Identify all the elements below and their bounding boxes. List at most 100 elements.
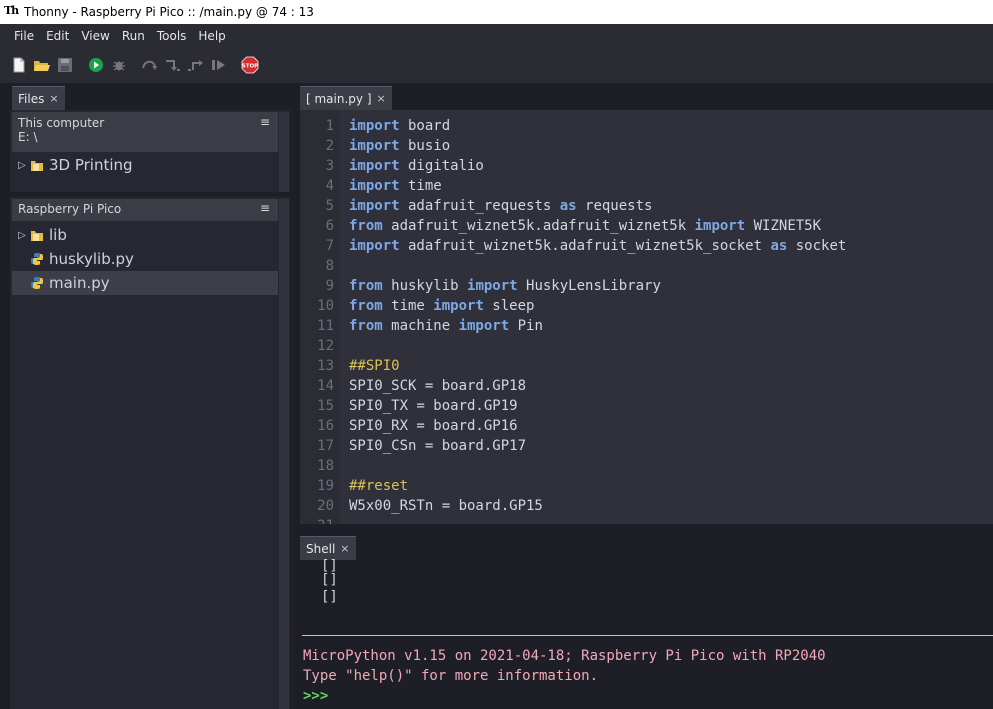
keyword-token: as [559, 198, 577, 214]
line-number: 4 [325, 178, 334, 194]
line-number: 3 [325, 158, 334, 174]
tree-folder-lib[interactable]: ▷ lib [18, 223, 278, 247]
code-line: from machine import Pin [349, 316, 543, 336]
line-number: 8 [325, 258, 334, 274]
code-token: socket [787, 238, 847, 254]
save-icon[interactable] [56, 56, 74, 74]
menu-run[interactable]: Run [116, 29, 151, 43]
code-token: W5x00_RSTn = board.GP15 [349, 498, 543, 514]
code-line: import adafruit_requests as requests [349, 196, 652, 216]
this-computer-label: This computer [18, 116, 105, 130]
keyword-token: import [467, 278, 518, 294]
line-number: 20 [317, 498, 334, 514]
code-line: from time import sleep [349, 296, 534, 316]
code-line: import time [349, 176, 442, 196]
code-token: sleep [483, 298, 535, 314]
code-line: from huskylib import HuskyLensLibrary [349, 276, 661, 296]
menu-bar: File Edit View Run Tools Help [0, 24, 993, 47]
tab-main-py-label: [ main.py ] [306, 91, 372, 106]
line-number: 5 [325, 198, 334, 214]
line-number: 19 [317, 478, 334, 494]
menu-help[interactable]: Help [192, 29, 231, 43]
scrollbar[interactable] [279, 112, 289, 192]
keyword-token: import [349, 118, 400, 134]
menu-icon[interactable]: ≡ [260, 201, 270, 215]
code-token: WIZNET5K [745, 218, 822, 234]
menu-edit[interactable]: Edit [40, 29, 75, 43]
scrollbar[interactable] [279, 199, 289, 709]
keyword-token: import [349, 238, 400, 254]
keyword-token: as [770, 238, 788, 254]
code-line: SPI0_SCK = board.GP18 [349, 376, 526, 396]
new-file-icon[interactable] [10, 56, 28, 74]
line-number: 7 [325, 238, 334, 254]
tree-file-main[interactable]: main.py [12, 271, 278, 295]
open-folder-icon[interactable] [33, 56, 51, 74]
code-line: import busio [349, 136, 450, 156]
menu-file[interactable]: File [8, 29, 40, 43]
code-token: adafruit_wiznet5k.adafruit_wiznet5k_sock… [399, 238, 771, 254]
keyword-token: import [349, 138, 400, 154]
close-icon[interactable]: × [49, 92, 58, 105]
expand-arrow-icon[interactable]: ▷ [18, 160, 30, 171]
this-computer-header: This computer E: \ ≡ [12, 112, 278, 152]
shell-banner-line: MicroPython v1.15 on 2021-04-18; Raspber… [303, 648, 826, 664]
code-token: SPI0_SCK = board.GP18 [349, 378, 527, 394]
code-token: huskylib [382, 278, 468, 294]
tab-main-py[interactable]: [ main.py ] × [300, 86, 392, 110]
menu-icon[interactable]: ≡ [260, 115, 270, 129]
window-title: Thonny - Raspberry Pi Pico :: /main.py @… [24, 5, 314, 19]
code-line: SPI0_TX = board.GP19 [349, 396, 518, 416]
code-token: SPI0_CSn = board.GP17 [349, 438, 527, 454]
keyword-token: from [349, 318, 383, 334]
pane-divider[interactable] [290, 86, 300, 709]
tree-file-huskylib[interactable]: huskylib.py [18, 247, 278, 271]
code-token: digitalio [399, 158, 484, 174]
line-number: 15 [317, 398, 334, 414]
code-token: Pin [509, 318, 543, 334]
code-line: import digitalio [349, 156, 484, 176]
folder-icon [30, 158, 44, 172]
close-icon[interactable]: × [377, 92, 386, 105]
pico-label: Raspberry Pi Pico [18, 202, 122, 216]
line-number: 17 [317, 438, 334, 454]
line-number-gutter: 123456789101112131415161718192021 [300, 110, 340, 524]
resume-icon[interactable] [210, 56, 228, 74]
line-number: 18 [317, 458, 334, 474]
folder-icon [30, 228, 44, 242]
shell-output-line: [] [321, 589, 338, 605]
tab-files[interactable]: Files × [12, 86, 65, 110]
code-line: SPI0_CSn = board.GP17 [349, 436, 526, 456]
step-into-icon[interactable] [164, 56, 182, 74]
run-icon[interactable] [87, 56, 105, 74]
menu-view[interactable]: View [75, 29, 115, 43]
expand-arrow-icon[interactable]: ▷ [18, 230, 30, 241]
line-number: 13 [317, 358, 334, 374]
code-line: ##SPI0 [349, 356, 400, 376]
line-number: 10 [317, 298, 334, 314]
shell-separator [302, 635, 993, 636]
line-number: 9 [325, 278, 334, 294]
line-number: 1 [325, 118, 334, 134]
code-editor[interactable]: 123456789101112131415161718192021 import… [300, 110, 993, 524]
close-icon[interactable]: × [340, 542, 349, 555]
line-number: 12 [317, 338, 334, 354]
line-number: 6 [325, 218, 334, 234]
code-token: adafruit_requests [399, 198, 560, 214]
code-line: import adafruit_wiznet5k.adafruit_wiznet… [349, 236, 846, 256]
shell-prompt[interactable]: >>> [303, 686, 328, 706]
comment-token: ##reset [349, 478, 409, 494]
svg-text:STOP: STOP [242, 64, 258, 70]
step-over-icon[interactable] [141, 56, 159, 74]
stop-icon[interactable]: STOP [241, 56, 259, 74]
menu-tools[interactable]: Tools [151, 29, 193, 43]
tree-folder-3d-printing[interactable]: ▷ 3D Printing [18, 153, 278, 177]
debug-icon[interactable] [110, 56, 128, 74]
pico-header: Raspberry Pi Pico ≡ [12, 199, 278, 221]
tree-item-label: lib [49, 226, 67, 244]
keyword-token: import [433, 298, 484, 314]
step-out-icon[interactable] [187, 56, 205, 74]
code-token: SPI0_TX = board.GP19 [349, 398, 518, 414]
code-token: time [382, 298, 434, 314]
code-token: SPI0_RX = board.GP16 [349, 418, 518, 434]
